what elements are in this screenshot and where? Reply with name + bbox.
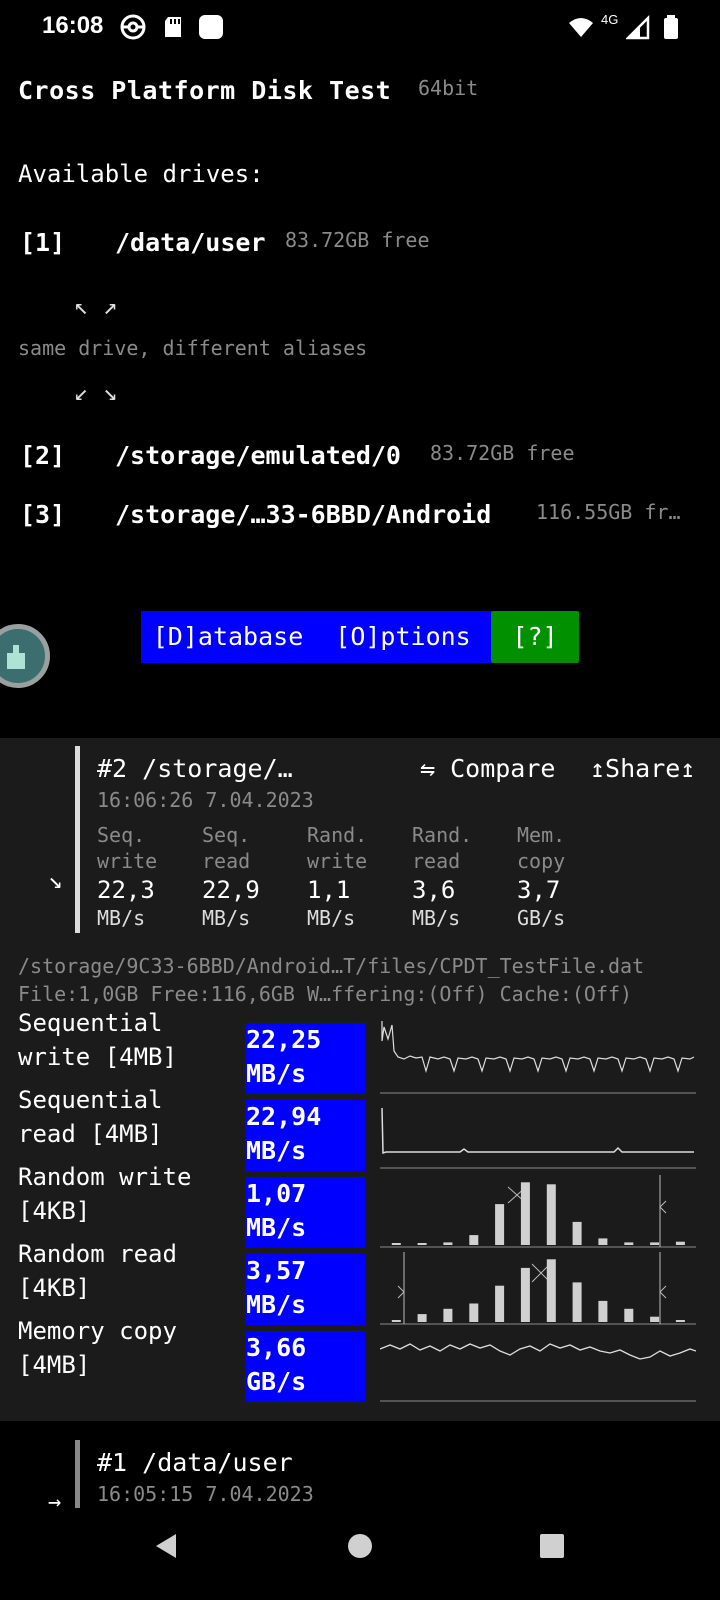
histogram-bar xyxy=(650,1242,660,1245)
histogram-bar xyxy=(598,1300,608,1322)
drive-free-space: 116.55GB fr… xyxy=(536,500,681,524)
database-button[interactable]: [D]atabase xyxy=(141,611,315,663)
rand-write-value: 1,07 MB/s xyxy=(246,1179,307,1242)
histogram-bar xyxy=(598,1238,608,1245)
summary-mem-copy: Mem. copy 3,7 GB/s xyxy=(517,823,566,930)
histogram-bar xyxy=(675,1241,685,1245)
drive-item-2[interactable]: [2] /storage/emulated/0 83.72GB free xyxy=(0,435,720,479)
rand-read-histogram-chart xyxy=(380,1252,696,1325)
drive-path: /data/user xyxy=(115,228,266,257)
histogram-bar xyxy=(495,1204,505,1245)
seq-read-value: 22,94 MB/s xyxy=(246,1102,322,1165)
app-arch-label: 64bit xyxy=(418,76,479,100)
percentile-marker-icon xyxy=(659,1285,667,1299)
seq-write-value: 22,25 MB/s xyxy=(246,1025,322,1088)
navigation-bar xyxy=(0,1508,720,1600)
histogram-bar xyxy=(469,1303,479,1322)
rand-read-label: Random read [4KB] xyxy=(18,1240,177,1302)
histogram-bar xyxy=(443,1242,453,1245)
histogram-bar xyxy=(650,1316,660,1322)
mem-copy-label: Memory copy [4MB] xyxy=(18,1317,177,1379)
sd-card-icon xyxy=(165,17,181,37)
histogram-bar xyxy=(546,1184,556,1245)
seq-read-throughput-chart xyxy=(380,1107,696,1169)
histogram-bar xyxy=(443,1308,453,1322)
help-button[interactable]: [?] xyxy=(491,611,579,663)
seq-read-label: Sequential read [4MB] xyxy=(18,1086,163,1148)
mem-copy-value: 3,66 GB/s xyxy=(246,1333,307,1396)
histogram-bar xyxy=(675,1320,685,1322)
drives-heading: Available drives: xyxy=(18,160,264,188)
home-icon[interactable] xyxy=(344,1530,376,1562)
app-title: Cross Platform Disk Test xyxy=(18,76,392,105)
histogram-bar xyxy=(520,1182,530,1245)
drive-path: /storage/emulated/0 xyxy=(115,441,401,470)
network-type: 4G xyxy=(601,12,619,27)
histogram-bar xyxy=(624,1308,634,1322)
result-panel: ↘ #2 /storage/… ⇋ Compare ↥Share↥ 16:06:… xyxy=(0,738,720,1421)
summary-rand-write: Rand. write 1,1 MB/s xyxy=(307,823,368,930)
mem-copy-throughput-chart xyxy=(380,1343,696,1402)
drive-path: /storage/…33-6BBD/Android xyxy=(115,500,492,529)
histogram-bar xyxy=(624,1242,634,1245)
signal-icon xyxy=(626,14,650,40)
floating-assistant-button[interactable] xyxy=(0,624,50,688)
options-button[interactable]: [O]ptions xyxy=(315,611,491,663)
test-info-line: File:1,0GB Free:116,6GB W…ffering:(Off) … xyxy=(18,982,633,1006)
histogram-bar xyxy=(520,1267,530,1322)
drive-index: [1] xyxy=(20,228,66,257)
summary-seq-read: Seq. read 22,9 MB/s xyxy=(202,823,260,930)
expand-result-2-arrow[interactable]: ↘ xyxy=(48,866,62,894)
result-2-title[interactable]: #2 /storage/… xyxy=(97,754,293,783)
drive-index: [3] xyxy=(20,500,66,529)
histogram-bar xyxy=(417,1314,427,1322)
histogram-bar xyxy=(572,1282,582,1322)
app-square-icon xyxy=(199,15,223,39)
summary-rand-read: Rand. read 3,6 MB/s xyxy=(412,823,473,930)
wifi-icon xyxy=(569,18,593,37)
histogram-bar xyxy=(417,1243,427,1245)
drive-free-space: 83.72GB free xyxy=(430,441,575,465)
alias-arrows-top: ↖ ↗ xyxy=(74,292,118,320)
status-time: 16:08 xyxy=(42,12,104,39)
histogram-bar xyxy=(391,1243,401,1245)
histogram-bar xyxy=(495,1285,505,1322)
test-file-path: /storage/9C33-6BBD/Android…T/files/CPDT_… xyxy=(18,954,645,978)
histogram-bar xyxy=(546,1259,556,1322)
drive-item-3[interactable]: [3] /storage/…33-6BBD/Android 116.55GB f… xyxy=(0,494,720,538)
result-2-timestamp: 16:06:26 7.04.2023 xyxy=(97,788,314,812)
histogram-bar xyxy=(572,1221,582,1245)
rand-write-histogram-chart xyxy=(380,1175,696,1248)
seq-write-label: Sequential write [4MB] xyxy=(18,1009,177,1071)
seq-write-throughput-chart xyxy=(380,1021,696,1094)
drive-index: [2] xyxy=(20,441,66,470)
recents-icon[interactable] xyxy=(536,1530,568,1562)
drive-item-1[interactable]: [1] /data/user 83.72GB free xyxy=(0,222,720,266)
percentile-marker-icon xyxy=(397,1285,405,1299)
result-divider xyxy=(75,746,80,933)
histogram-bar xyxy=(469,1235,479,1245)
alias-note: same drive, different aliases xyxy=(18,336,368,360)
pokeball-icon xyxy=(120,14,146,40)
status-bar: 16:08 4G xyxy=(0,0,720,56)
alias-arrows-bottom: ↙ ↘ xyxy=(74,378,118,406)
compare-button[interactable]: ⇋ Compare xyxy=(420,754,555,783)
result-1-title[interactable]: #1 /data/user xyxy=(97,1448,293,1477)
result-1-divider xyxy=(75,1440,80,1508)
hand-icon xyxy=(7,645,25,669)
rand-read-value: 3,57 MB/s xyxy=(246,1256,307,1319)
share-button[interactable]: ↥Share↥ xyxy=(590,754,695,783)
back-icon[interactable] xyxy=(150,1530,182,1562)
percentile-marker-icon xyxy=(659,1200,667,1214)
histogram-bar xyxy=(391,1320,401,1322)
summary-seq-write: Seq. write 22,3 MB/s xyxy=(97,823,158,930)
battery-icon xyxy=(664,15,678,39)
rand-write-label: Random write [4KB] xyxy=(18,1163,192,1225)
drive-free-space: 83.72GB free xyxy=(285,228,430,252)
result-1-timestamp: 16:05:15 7.04.2023 xyxy=(97,1482,314,1506)
